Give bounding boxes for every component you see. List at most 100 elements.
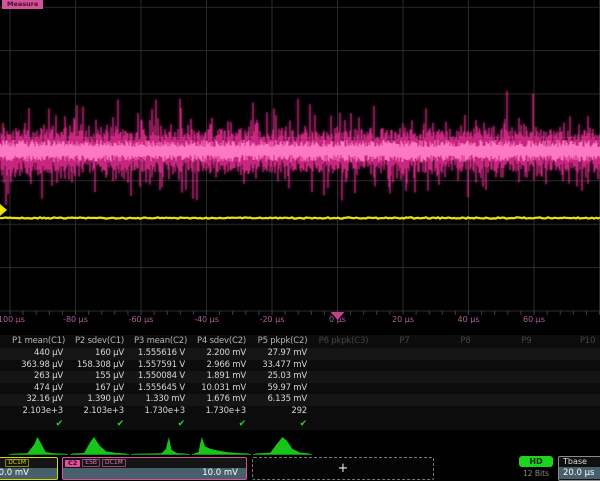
- status-check: [313, 418, 374, 430]
- param-value: [496, 383, 557, 395]
- table-row: ✔✔✔✔✔: [0, 418, 600, 430]
- param-value: [374, 394, 435, 406]
- param-value: [374, 360, 435, 372]
- param-value: 160 µV: [69, 348, 130, 360]
- param-value: 25.03 mV: [252, 371, 313, 383]
- timebase-value: 20.0 µs: [559, 467, 600, 479]
- param-value: [435, 383, 496, 395]
- param-header[interactable]: P7: [374, 335, 435, 348]
- status-check: ✔: [191, 418, 252, 430]
- param-value: 32.16 µV: [8, 394, 69, 406]
- channel-c2-descriptor[interactable]: C2 ESB DC1M 10.0 mV: [62, 457, 247, 480]
- status-check: ✔: [8, 418, 69, 430]
- param-header[interactable]: P3 mean(C2): [130, 335, 191, 348]
- c1-coupling-badge: DC1M: [5, 459, 29, 467]
- param-header[interactable]: P9: [496, 335, 557, 348]
- param-header[interactable]: P1 mean(C1): [8, 335, 69, 348]
- time-axis-label: 60 µs: [523, 315, 545, 324]
- status-check: [557, 418, 600, 430]
- param-value: 1.891 mV: [191, 371, 252, 383]
- param-value: 363.98 µV: [8, 360, 69, 372]
- param-header[interactable]: P10: [557, 335, 600, 348]
- param-value: 1.557591 V: [130, 360, 191, 372]
- timebase-title: Tbase: [559, 457, 600, 467]
- table-row: 474 µV167 µV1.555645 V10.031 mV59.97 mV: [0, 383, 600, 395]
- param-header[interactable]: P2 sdev(C1): [69, 335, 130, 348]
- table-row: 2.103e+32.103e+31.730e+31.730e+3292: [0, 406, 600, 418]
- param-value: [313, 371, 374, 383]
- param-value: [557, 360, 600, 372]
- histicon[interactable]: [8, 434, 69, 456]
- param-value: 158.308 µV: [69, 360, 130, 372]
- param-value: [557, 394, 600, 406]
- c1-zero-marker[interactable]: [0, 204, 7, 216]
- param-value: 292: [252, 406, 313, 418]
- param-value: [496, 360, 557, 372]
- c1-vdiv-value: 10.0 mV: [0, 468, 57, 479]
- param-value: [435, 371, 496, 383]
- hd-mode-badge[interactable]: HD: [519, 456, 553, 467]
- time-axis-label: 20 µs: [392, 315, 414, 324]
- channel-c1-descriptor[interactable]: C1 DC1M 10.0 mV: [0, 457, 58, 480]
- param-value: 1.330 mV: [130, 394, 191, 406]
- param-value: [313, 406, 374, 418]
- histicon[interactable]: [69, 434, 130, 456]
- add-trace-button[interactable]: +: [252, 457, 434, 480]
- param-header[interactable]: P6 pkpk(C3): [313, 335, 374, 348]
- param-value: [496, 406, 557, 418]
- param-value: 1.676 mV: [191, 394, 252, 406]
- bit-depth-label: 12 Bits: [516, 469, 556, 478]
- table-row: P1 mean(C1)P2 sdev(C1)P3 mean(C2)P4 sdev…: [0, 335, 600, 348]
- status-check: [374, 418, 435, 430]
- histicon[interactable]: [130, 434, 191, 456]
- param-value: 1.550084 V: [130, 371, 191, 383]
- status-check: ✔: [69, 418, 130, 430]
- param-value: 2.103e+3: [8, 406, 69, 418]
- param-value: [557, 406, 600, 418]
- oscilloscope-screen: Measure -100 µs-80 µs-60 µs-40 µs-20 µs0…: [0, 0, 600, 480]
- param-header[interactable]: P4 sdev(C2): [191, 335, 252, 348]
- param-header[interactable]: P8: [435, 335, 496, 348]
- c2-esb-badge: ESB: [82, 459, 100, 467]
- param-value: [374, 348, 435, 360]
- timebase-descriptor[interactable]: Tbase 20.0 µs: [558, 456, 600, 481]
- param-value: [435, 394, 496, 406]
- measure-table: P1 mean(C1)P2 sdev(C1)P3 mean(C2)P4 sdev…: [0, 335, 600, 432]
- c2-label: C2: [65, 460, 80, 467]
- histicon[interactable]: [191, 434, 252, 456]
- param-value: [435, 348, 496, 360]
- param-value: 2.103e+3: [69, 406, 130, 418]
- param-value: 1.730e+3: [130, 406, 191, 418]
- param-value: 27.97 mV: [252, 348, 313, 360]
- param-value: 263 µV: [8, 371, 69, 383]
- status-check: [496, 418, 557, 430]
- param-value: [557, 383, 600, 395]
- param-value: 2.200 mV: [191, 348, 252, 360]
- param-value: [496, 348, 557, 360]
- table-row: 440 µV160 µV1.555616 V2.200 mV27.97 mV: [0, 348, 600, 360]
- param-value: 155 µV: [69, 371, 130, 383]
- param-value: 2.966 mV: [191, 360, 252, 372]
- param-value: 1.730e+3: [191, 406, 252, 418]
- plus-icon: +: [338, 461, 349, 476]
- param-header[interactable]: P5 pkpk(C2): [252, 335, 313, 348]
- param-value: 474 µV: [8, 383, 69, 395]
- param-value: [435, 360, 496, 372]
- param-value: 1.555616 V: [130, 348, 191, 360]
- measure-popup-label: Measure: [2, 0, 43, 9]
- time-axis: -100 µs-80 µs-60 µs-40 µs-20 µs0 µs20 µs…: [0, 315, 600, 329]
- status-check: ✔: [130, 418, 191, 430]
- c2-vdiv-value: 10.0 mV: [63, 468, 246, 479]
- param-value: 59.97 mV: [252, 383, 313, 395]
- waveform-display: [0, 0, 600, 332]
- param-value: [496, 371, 557, 383]
- param-value: [557, 348, 600, 360]
- param-value: [313, 360, 374, 372]
- status-check: [435, 418, 496, 430]
- param-value: [313, 394, 374, 406]
- time-axis-label: -100 µs: [0, 315, 25, 324]
- histicon[interactable]: [252, 434, 313, 456]
- param-value: [557, 371, 600, 383]
- c1-trace[interactable]: [0, 217, 600, 218]
- histicon-row: [0, 434, 600, 456]
